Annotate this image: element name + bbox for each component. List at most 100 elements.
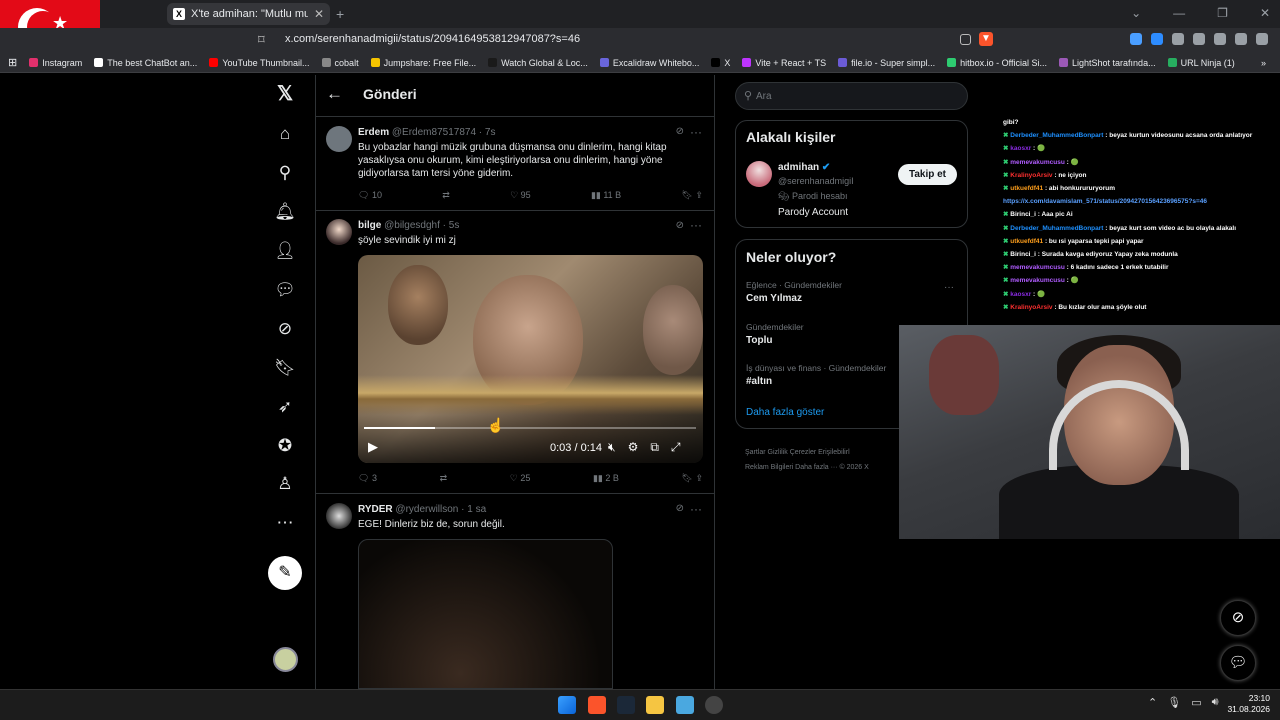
bookmark-item[interactable]: Jumpshare: Free File... (370, 58, 476, 68)
like-button[interactable]: ♡ 25 (510, 473, 531, 484)
more-options-icon[interactable]: ··· (690, 502, 702, 516)
notifications-icon[interactable]: 🔔︎ (273, 200, 297, 224)
menu-icon[interactable] (1256, 33, 1268, 45)
profile-icon[interactable]: ♙ (273, 472, 297, 496)
trend-item[interactable]: Toplu (746, 335, 772, 346)
new-tab-button[interactable]: + (336, 6, 344, 22)
compose-button[interactable]: ✎ (268, 556, 302, 590)
more-options-icon[interactable]: ··· (690, 125, 702, 139)
microphone-icon[interactable]: 🎙︎ (1167, 696, 1181, 709)
video-player[interactable]: ▶ 0:03 / 0:14 🔇︎ ⚙ ⧉ ⤢ (358, 255, 703, 463)
messages-icon[interactable]: 💬︎ (273, 278, 297, 302)
like-button[interactable]: ♡ 95 (510, 190, 531, 201)
search-input[interactable]: ⚲ Ara (735, 82, 968, 110)
tab-close-icon[interactable]: ✕ (314, 7, 324, 21)
start-icon[interactable] (558, 696, 576, 714)
repost-button[interactable]: ⇄ (442, 190, 450, 201)
music-icon[interactable] (1214, 33, 1226, 45)
bookmark-item[interactable]: The best ChatBot an... (94, 58, 197, 68)
bookmark-item[interactable]: Excalidraw Whitebo... (599, 58, 699, 68)
bookmarks-icon[interactable]: 🔖︎ (273, 356, 297, 380)
reply-button[interactable]: 🗨︎ 10 (358, 190, 382, 201)
tweet-author[interactable]: bilge @bilgesdghf · 5s (358, 220, 459, 231)
verified-icon[interactable]: ✪ (273, 434, 297, 458)
follow-icon[interactable]: 👤︎ (273, 239, 297, 263)
trend-item[interactable]: Cem Yılmaz (746, 293, 802, 304)
bookmark-item[interactable]: URL Ninja (1) (1167, 58, 1235, 68)
search-icon[interactable]: ⚲ (273, 161, 297, 185)
bookmark-item[interactable]: Vite + React + TS (742, 58, 826, 68)
bookmark-page-icon[interactable]: ⌑ (258, 32, 265, 48)
repost-button[interactable]: ⇄ (440, 473, 448, 484)
audio-icon[interactable] (1130, 33, 1142, 45)
back-arrow-icon[interactable]: ← (326, 84, 343, 104)
bookmark-item[interactable]: LightShot tarafında... (1059, 58, 1156, 68)
tweet-author[interactable]: Erdem @Erdem87517874 · 7s (358, 127, 495, 138)
tab-search-icon[interactable]: ⌄ (1131, 6, 1141, 20)
steam-icon[interactable] (617, 696, 635, 714)
settings-icon[interactable]: ⚙ (628, 440, 639, 455)
tweet-author[interactable]: RYDER @ryderwillson · 1 sa (358, 504, 486, 515)
bookmark-item[interactable]: X (711, 58, 730, 68)
views-button[interactable]: ▮▮ 2 B (593, 473, 619, 484)
more-icon[interactable]: ⋯ (273, 511, 297, 535)
bookmark-item[interactable]: YouTube Thumbnail... (209, 58, 310, 68)
install-app-icon[interactable] (960, 33, 971, 45)
home-icon[interactable]: ⌂ (273, 122, 297, 146)
grok-icon[interactable]: ⊘ (273, 317, 297, 341)
minimize-button[interactable]: — (1173, 6, 1185, 20)
bookmarks-overflow-icon[interactable]: » (1261, 58, 1280, 68)
browser-tab[interactable]: X X'te admihan: "Mutlu musunuz i ✕ (167, 3, 330, 25)
grok-icon[interactable]: ⊘ (676, 220, 684, 231)
vpn-icon[interactable] (1235, 33, 1247, 45)
maximize-button[interactable]: ❐ (1217, 6, 1228, 20)
url-field[interactable]: x.com/serenhanadmigii/status/20941649538… (285, 33, 580, 45)
apps-icon[interactable]: ⊞ (8, 56, 17, 69)
obs-icon[interactable] (705, 696, 723, 714)
puzzle-icon[interactable] (1193, 33, 1205, 45)
bookmark-item[interactable]: Instagram (29, 58, 82, 68)
avatar[interactable] (326, 503, 352, 529)
avatar[interactable] (326, 219, 352, 245)
reply-button[interactable]: 🗨︎ 3 (358, 473, 377, 484)
views-button[interactable]: ▮▮ 11 B (591, 190, 621, 201)
person-name[interactable]: admihan ✔ (778, 162, 830, 173)
grok-floating-button[interactable]: ⊘ (1220, 600, 1256, 636)
file-explorer-icon[interactable] (646, 696, 664, 714)
bookmark-item[interactable]: file.io - Super simpl... (838, 58, 935, 68)
account-avatar[interactable] (273, 647, 298, 672)
clock[interactable]: 23:10 31.08.2026 (1226, 693, 1270, 715)
bookmark-item[interactable]: cobalt (321, 58, 359, 68)
grok-icon[interactable]: ⊘ (676, 126, 684, 137)
avatar[interactable] (746, 161, 772, 187)
trend-item[interactable]: #altın (746, 376, 772, 387)
volume-icon[interactable]: 🔊︎ (1212, 696, 1219, 709)
fullscreen-icon[interactable]: ⤢ (671, 440, 681, 455)
tweet[interactable]: Erdem @Erdem87517874 · 7s ⊘ ··· Bu yobaz… (316, 117, 714, 211)
extension-icon[interactable] (1172, 33, 1184, 45)
bookmark-icon[interactable]: 🔖︎ ⇪ (681, 190, 702, 201)
trend-more-icon[interactable]: ··· (944, 282, 954, 293)
tweet-media[interactable] (358, 539, 613, 689)
chevron-up-icon[interactable]: ⌃ (1148, 696, 1157, 709)
app-icon[interactable] (676, 696, 694, 714)
brave-icon[interactable] (588, 696, 606, 714)
video-progress-bar[interactable] (364, 427, 696, 429)
x-logo-icon[interactable]: 𝕏 (273, 82, 297, 106)
close-window-button[interactable]: ✕ (1260, 6, 1270, 20)
extension-icon[interactable] (1151, 33, 1163, 45)
bookmark-item[interactable]: hitbox.io - Official Si... (947, 58, 1047, 68)
brave-shields-icon[interactable]: ▼ (979, 32, 993, 46)
bookmark-item[interactable]: Watch Global & Loc... (488, 58, 588, 68)
messages-floating-button[interactable]: 💬︎ (1220, 645, 1256, 681)
avatar[interactable] (326, 126, 352, 152)
show-more-link[interactable]: Daha fazla göster (746, 407, 824, 418)
display-icon[interactable]: ▭ (1191, 696, 1201, 709)
bookmark-icon[interactable]: 🔖︎ ⇪ (682, 473, 703, 484)
pip-icon[interactable]: ⧉ (650, 440, 659, 455)
follow-button[interactable]: Takip et (898, 164, 957, 185)
grok-icon[interactable]: ⊘ (676, 503, 684, 514)
mute-icon[interactable]: 🔇︎ (608, 440, 616, 455)
play-icon[interactable]: ▶ (368, 439, 378, 455)
premium-icon[interactable]: ➶ (273, 395, 297, 419)
